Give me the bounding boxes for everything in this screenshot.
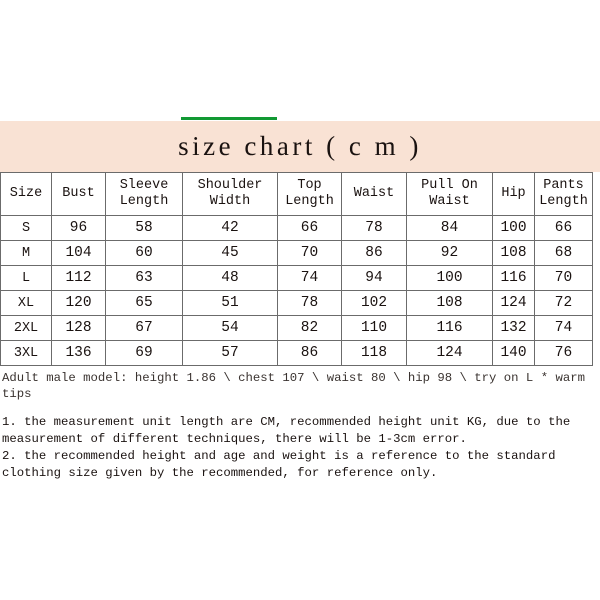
cell-sleeve-length: 67 — [105, 315, 183, 341]
cell-waist: 110 — [341, 315, 407, 341]
cell-pull-on-waist: 116 — [406, 315, 493, 341]
cell-sleeve-length: 58 — [105, 215, 183, 241]
header-line-1: Pull On — [421, 178, 478, 194]
title-banner: size chart ( c m ) — [0, 121, 600, 172]
cell-waist: 86 — [341, 240, 407, 266]
column-header-bust: Bust — [51, 172, 106, 216]
cell-shoulder-width: 51 — [182, 290, 278, 316]
header-line-1: Size — [9, 186, 43, 202]
cell-sleeve-length: 69 — [105, 340, 183, 366]
cell-bust: 96 — [51, 215, 106, 241]
cell-shoulder-width: 48 — [182, 265, 278, 291]
header-line-2: Width — [209, 194, 251, 209]
disclaimer-notes: 1. the measurement unit length are CM, r… — [0, 402, 600, 482]
cell-hip: 100 — [492, 215, 535, 241]
table-row: XL 120 65 51 78 102 108 124 72 — [0, 290, 593, 316]
table-row: 2XL 128 67 54 82 110 116 132 74 — [0, 315, 593, 341]
header-line-1: Hip — [501, 186, 526, 202]
cell-top-length: 86 — [277, 340, 342, 366]
cell-top-length: 78 — [277, 290, 342, 316]
cell-hip: 124 — [492, 290, 535, 316]
header-line-2: Length — [539, 194, 588, 209]
cell-pull-on-waist: 108 — [406, 290, 493, 316]
cell-shoulder-width: 45 — [182, 240, 278, 266]
cell-pants-length: 70 — [534, 265, 593, 291]
header-line-2: Length — [119, 194, 169, 209]
table-header-row: Size Bust Sleeve Length Shoulder Width T… — [0, 172, 593, 216]
size-chart-page: size chart ( c m ) Size Bust Sleeve Leng… — [0, 0, 600, 600]
column-header-pull-on-waist: Pull On Waist — [406, 172, 493, 216]
cell-shoulder-width: 54 — [182, 315, 278, 341]
cell-pull-on-waist: 100 — [406, 265, 493, 291]
cell-sleeve-length: 63 — [105, 265, 183, 291]
cell-hip: 132 — [492, 315, 535, 341]
cell-pull-on-waist: 92 — [406, 240, 493, 266]
column-header-sleeve-length: Sleeve Length — [105, 172, 183, 216]
cell-size: 2XL — [0, 315, 52, 341]
cell-hip: 108 — [492, 240, 535, 266]
column-header-pants-length: Pants Length — [534, 172, 593, 216]
cell-bust: 128 — [51, 315, 106, 341]
cell-size: L — [0, 265, 52, 291]
cell-hip: 116 — [492, 265, 535, 291]
cell-hip: 140 — [492, 340, 535, 366]
table-row: S 96 58 42 66 78 84 100 66 — [0, 215, 593, 241]
size-chart-table: Size Bust Sleeve Length Shoulder Width T… — [0, 172, 593, 366]
cell-sleeve-length: 60 — [105, 240, 183, 266]
header-line-1: Bust — [62, 186, 95, 202]
table-row: L 112 63 48 74 94 100 116 70 — [0, 265, 593, 291]
header-line-2: Length — [285, 194, 334, 209]
cell-pants-length: 74 — [534, 315, 593, 341]
column-header-waist: Waist — [341, 172, 407, 216]
cell-top-length: 82 — [277, 315, 342, 341]
cell-size: S — [0, 215, 52, 241]
footer-notes: Adult male model: height 1.86 \ chest 10… — [0, 366, 600, 482]
header-line-2: Waist — [429, 194, 470, 209]
top-whitespace — [0, 0, 600, 121]
cell-bust: 112 — [51, 265, 106, 291]
cell-shoulder-width: 42 — [182, 215, 278, 241]
column-header-shoulder-width: Shoulder Width — [182, 172, 278, 216]
table-row: 3XL 136 69 57 86 118 124 140 76 — [0, 340, 593, 366]
note-item: 2. the recommended height and age and we… — [2, 449, 563, 480]
cell-pull-on-waist: 84 — [406, 215, 493, 241]
cell-pants-length: 66 — [534, 215, 593, 241]
cell-waist: 94 — [341, 265, 407, 291]
green-accent-bar — [181, 117, 277, 120]
cell-top-length: 66 — [277, 215, 342, 241]
cell-top-length: 70 — [277, 240, 342, 266]
note-item: 1. the measurement unit length are CM, r… — [2, 415, 578, 446]
cell-pants-length: 72 — [534, 290, 593, 316]
cell-sleeve-length: 65 — [105, 290, 183, 316]
cell-waist: 78 — [341, 215, 407, 241]
header-line-1: Top — [297, 178, 322, 194]
cell-bust: 136 — [51, 340, 106, 366]
column-header-size: Size — [0, 172, 52, 216]
cell-waist: 102 — [341, 290, 407, 316]
model-measurements-note: Adult male model: height 1.86 \ chest 10… — [2, 371, 593, 401]
cell-pull-on-waist: 124 — [406, 340, 493, 366]
cell-bust: 104 — [51, 240, 106, 266]
cell-size: 3XL — [0, 340, 52, 366]
cell-pants-length: 68 — [534, 240, 593, 266]
header-line-1: Shoulder — [197, 178, 263, 194]
cell-bust: 120 — [51, 290, 106, 316]
column-header-top-length: Top Length — [277, 172, 342, 216]
page-title: size chart ( c m ) — [178, 131, 422, 161]
cell-size: M — [0, 240, 52, 266]
header-line-1: Waist — [353, 186, 395, 202]
cell-shoulder-width: 57 — [182, 340, 278, 366]
cell-top-length: 74 — [277, 265, 342, 291]
table-row: M 104 60 45 70 86 92 108 68 — [0, 240, 593, 266]
cell-size: XL — [0, 290, 52, 316]
cell-pants-length: 76 — [534, 340, 593, 366]
table-body: S 96 58 42 66 78 84 100 66 M 104 60 45 7… — [0, 215, 593, 366]
cell-waist: 118 — [341, 340, 407, 366]
column-header-hip: Hip — [492, 172, 535, 216]
header-line-1: Pants — [543, 178, 584, 194]
header-line-1: Sleeve — [119, 178, 169, 194]
